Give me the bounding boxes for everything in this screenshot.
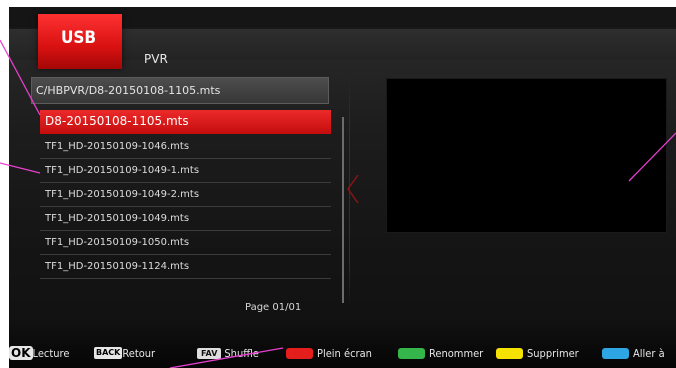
file-row[interactable]: TF1_HD-20150109-1049-2.mts: [40, 183, 331, 207]
fav-label: Shuffle: [224, 346, 259, 360]
yellow-label: Supprimer: [527, 346, 579, 360]
blue-button-icon: [602, 347, 629, 359]
footer-green-item: Renommer: [398, 342, 483, 364]
usb-tab-label: USB: [61, 28, 97, 48]
green-button-icon: [398, 347, 425, 359]
file-row[interactable]: TF1_HD-20150109-1049.mts: [40, 207, 331, 231]
file-name: TF1_HD-20150109-1124.mts: [45, 261, 190, 272]
list-scrollbar[interactable]: [342, 117, 344, 303]
file-name: TF1_HD-20150109-1046.mts: [45, 141, 190, 152]
green-label: Renommer: [429, 346, 484, 360]
red-button-icon: [286, 347, 313, 359]
footer-yellow-item: Supprimer: [496, 342, 579, 364]
page-indicator: Page 01/01: [245, 302, 302, 313]
path-text: C/HBPVR/D8-20150108-1105.mts: [36, 84, 221, 97]
blue-label: Aller à: [633, 346, 665, 360]
path-display: C/HBPVR/D8-20150108-1105.mts: [31, 77, 329, 104]
file-row[interactable]: TF1_HD-20150109-1124.mts: [40, 255, 331, 279]
footer-blue-item: Aller à: [602, 342, 665, 364]
ok-key-icon: OK: [9, 346, 33, 360]
fav-key-icon: FAV: [197, 347, 222, 359]
media-player-frame: USB PVR C/HBPVR/D8-20150108-1105.mts D8-…: [9, 7, 676, 368]
back-label: Retour: [122, 346, 156, 360]
divider-notch-icon: [347, 175, 359, 203]
ok-label: Lecture: [32, 346, 70, 360]
file-row-selected[interactable]: D8-20150108-1105.mts: [40, 110, 331, 134]
usb-tab[interactable]: USB: [38, 14, 122, 69]
file-name: TF1_HD-20150109-1049-1.mts: [45, 165, 200, 176]
footer-ok-item: OK Lecture: [9, 342, 69, 364]
screen: USB PVR C/HBPVR/D8-20150108-1105.mts D8-…: [0, 0, 676, 368]
file-list: D8-20150108-1105.mts TF1_HD-20150109-104…: [40, 110, 331, 280]
footer-back-item: BACK Retour: [94, 342, 155, 364]
file-name: TF1_HD-20150109-1050.mts: [45, 237, 190, 248]
file-row[interactable]: TF1_HD-20150109-1046.mts: [40, 135, 331, 159]
file-name: TF1_HD-20150109-1049-2.mts: [45, 189, 200, 200]
footer-red-item: Plein écran: [286, 342, 372, 364]
yellow-button-icon: [496, 347, 523, 359]
file-name: D8-20150108-1105.mts: [45, 114, 189, 128]
video-preview: [386, 78, 667, 233]
file-name: TF1_HD-20150109-1049.mts: [45, 213, 190, 224]
file-row[interactable]: TF1_HD-20150109-1049-1.mts: [40, 159, 331, 183]
footer-help-bar: OK Lecture BACK Retour FAV Shuffle Plein…: [9, 342, 676, 364]
pvr-label: PVR: [144, 52, 168, 66]
back-key-icon: BACK: [94, 347, 123, 359]
footer-fav-item: FAV Shuffle: [197, 342, 259, 364]
red-label: Plein écran: [317, 346, 372, 360]
file-row[interactable]: TF1_HD-20150109-1050.mts: [40, 231, 331, 255]
